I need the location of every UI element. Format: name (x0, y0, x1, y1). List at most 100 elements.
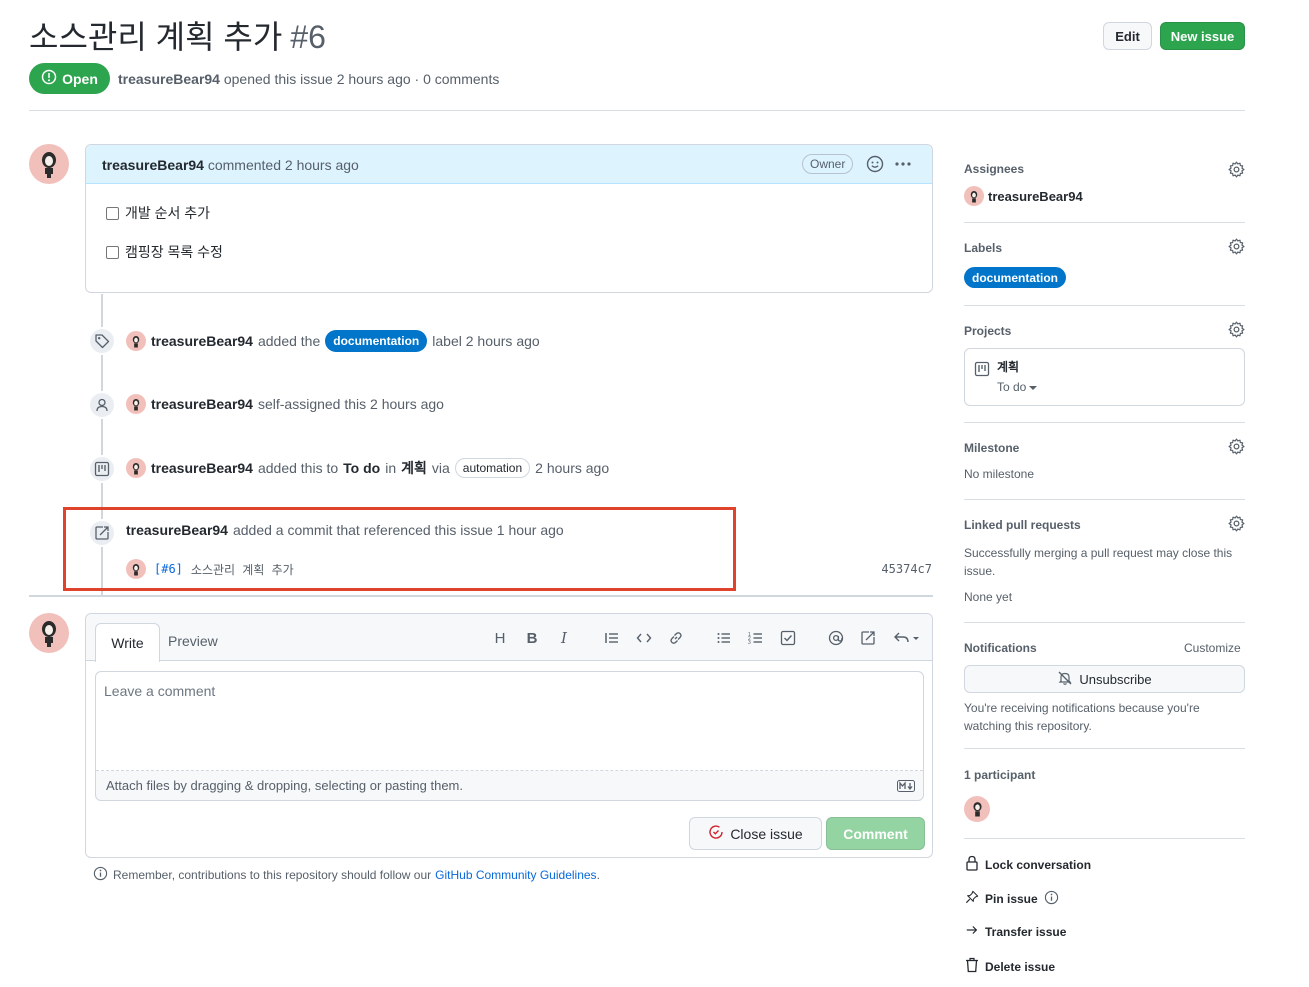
automation-badge: automation (454, 458, 531, 478)
event-author-link[interactable]: treasureBear94 (151, 460, 253, 476)
task-list-icon[interactable] (778, 628, 798, 648)
smiley-icon[interactable] (866, 155, 884, 176)
task-checkbox[interactable] (106, 206, 119, 220)
heading-icon[interactable]: H (490, 628, 510, 648)
notifications-heading: Notifications (964, 641, 1037, 655)
trash-icon (965, 957, 979, 976)
page-title: 소스관리 계획 추가 #6 (29, 12, 326, 58)
tag-icon (88, 327, 116, 355)
comment-input-area[interactable]: Leave a comment (96, 672, 923, 771)
avatar[interactable] (29, 613, 69, 653)
event-text: added this to (257, 460, 339, 476)
sidebar-divider (964, 838, 1245, 839)
label-documentation[interactable]: documentation (964, 267, 1066, 288)
assignees-heading[interactable]: Assignees (964, 162, 1024, 176)
task-item: 캠핑장 목록 수정 (106, 242, 223, 262)
labels-heading[interactable]: Labels (964, 241, 1002, 255)
issue-number: #6 (290, 19, 326, 55)
avatar[interactable] (126, 394, 146, 414)
sidebar-divider (964, 305, 1245, 306)
comment-button[interactable]: Comment (826, 817, 925, 850)
avatar[interactable] (29, 144, 69, 184)
customize-link[interactable]: Customize (1184, 641, 1241, 655)
tab-write[interactable]: Write (95, 623, 160, 662)
comment-meta: treasureBear94 commented 2 hours ago (102, 157, 359, 173)
comment-placeholder: Leave a comment (104, 683, 216, 699)
project-card[interactable]: 계획 To do (964, 348, 1245, 406)
lock-conversation-label: Lock conversation (985, 857, 1092, 872)
info-icon (93, 866, 108, 884)
issue-title: 소스관리 계획 추가 (29, 19, 283, 55)
sidebar-divider (964, 748, 1245, 749)
task-checkbox[interactable] (106, 245, 119, 259)
project-column-select[interactable]: To do (997, 380, 1038, 394)
comment-time: commented 2 hours ago (207, 157, 359, 173)
cross-reference-icon[interactable] (858, 628, 878, 648)
event-author-link[interactable]: treasureBear94 (151, 396, 253, 412)
timeline-divider (29, 595, 933, 597)
guidelines-link[interactable]: GitHub Community Guidelines (435, 868, 596, 882)
edit-button[interactable]: Edit (1103, 22, 1152, 50)
sidebar-divider (964, 499, 1245, 500)
gear-icon[interactable] (1228, 161, 1245, 181)
code-icon[interactable] (634, 628, 654, 648)
transfer-issue-button[interactable]: Transfer issue (965, 923, 1066, 940)
linked-prs-heading[interactable]: Linked pull requests (964, 518, 1081, 532)
assignee-item[interactable]: treasureBear94 (964, 186, 1083, 206)
pin-issue-label: Pin issue (985, 891, 1038, 906)
lock-conversation-button[interactable]: Lock conversation (965, 855, 1091, 874)
unsubscribe-button[interactable]: Unsubscribe (964, 665, 1245, 693)
project-name[interactable]: 계획 (997, 358, 1019, 375)
comment-textarea[interactable]: Leave a comment Attach files by dragging… (95, 671, 924, 801)
link-icon[interactable] (666, 628, 686, 648)
gear-icon[interactable] (1228, 321, 1245, 341)
markdown-icon (897, 779, 915, 795)
lock-icon (965, 855, 979, 874)
project-link[interactable]: 계획 (401, 458, 427, 478)
reply-icon[interactable] (892, 628, 922, 648)
delete-issue-button[interactable]: Delete issue (965, 957, 1055, 976)
attach-files-text[interactable]: Attach files by dragging & dropping, sel… (106, 778, 463, 793)
new-issue-button[interactable]: New issue (1160, 22, 1245, 50)
commit-sha[interactable]: 45374c7 (862, 562, 932, 576)
kebab-horizontal-icon[interactable] (894, 156, 912, 175)
issue-comment: treasureBear94 commented 2 hours ago Own… (85, 144, 933, 293)
participant-avatar[interactable] (964, 796, 990, 822)
italic-icon[interactable]: I (554, 628, 574, 648)
issue-author-link[interactable]: treasureBear94 (118, 71, 220, 87)
gear-icon[interactable] (1228, 438, 1245, 458)
project-icon (88, 455, 116, 483)
arrow-right-icon (965, 923, 979, 940)
comment-header: treasureBear94 commented 2 hours ago Own… (86, 145, 932, 184)
task-item: 개발 순서 추가 (106, 203, 210, 223)
close-issue-label: Close issue (730, 825, 803, 842)
person-icon (88, 391, 116, 419)
gear-icon[interactable] (1228, 515, 1245, 535)
quote-icon[interactable] (602, 628, 622, 648)
mention-icon[interactable] (826, 628, 846, 648)
avatar[interactable] (126, 458, 146, 478)
guidelines-note: Remember, contributions to this reposito… (93, 866, 600, 884)
sidebar-divider (964, 422, 1245, 423)
tab-preview[interactable]: Preview (168, 633, 218, 649)
timeline-label-event: treasureBear94 added the documentation l… (126, 330, 540, 352)
comment-editor: Write Preview H B I 123 Leave a comment … (85, 613, 933, 858)
event-text: via (431, 460, 450, 476)
unordered-list-icon[interactable] (714, 628, 734, 648)
timeline-assign-event: treasureBear94 self-assigned this 2 hour… (126, 394, 444, 414)
bold-icon[interactable]: B (522, 628, 542, 648)
assignee-name: treasureBear94 (988, 188, 1083, 204)
close-issue-button[interactable]: Close issue (689, 817, 822, 850)
avatar[interactable] (126, 331, 146, 351)
milestone-heading[interactable]: Milestone (964, 441, 1019, 455)
pin-issue-button[interactable]: Pin issue (965, 889, 1059, 908)
info-icon[interactable] (1044, 890, 1059, 908)
projects-heading[interactable]: Projects (964, 324, 1011, 338)
gear-icon[interactable] (1228, 238, 1245, 258)
ordered-list-icon[interactable]: 123 (746, 628, 766, 648)
event-author-link[interactable]: treasureBear94 (151, 333, 253, 349)
label-documentation[interactable]: documentation (325, 330, 428, 352)
bell-slash-icon (1057, 670, 1073, 689)
guidelines-text: Remember, contributions to this reposito… (113, 868, 432, 882)
comment-author-link[interactable]: treasureBear94 (102, 157, 204, 173)
